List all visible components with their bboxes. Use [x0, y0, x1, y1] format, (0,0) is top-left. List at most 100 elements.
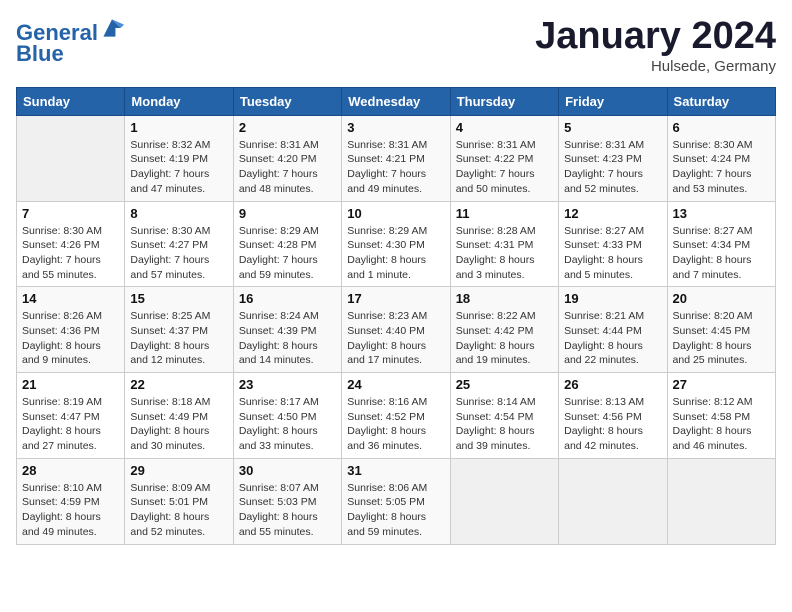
day-cell: 25 Sunrise: 8:14 AMSunset: 4:54 PMDayligh…: [450, 373, 558, 459]
day-info: Sunrise: 8:16 AMSunset: 4:52 PMDaylight:…: [347, 395, 444, 454]
page-header: General Blue January 2024 Hulsede, Germa…: [16, 16, 776, 75]
day-info: Sunrise: 8:06 AMSunset: 5:05 PMDaylight:…: [347, 481, 444, 540]
col-header-sunday: Sunday: [17, 87, 125, 115]
day-cell: 15 Sunrise: 8:25 AMSunset: 4:37 PMDayligh…: [125, 287, 233, 373]
day-cell: 13 Sunrise: 8:27 AMSunset: 4:34 PMDayligh…: [667, 201, 775, 287]
day-number: 31: [347, 463, 444, 478]
day-cell: [17, 115, 125, 201]
day-number: 15: [130, 291, 227, 306]
day-number: 26: [564, 377, 661, 392]
day-cell: 21 Sunrise: 8:19 AMSunset: 4:47 PMDayligh…: [17, 373, 125, 459]
col-header-thursday: Thursday: [450, 87, 558, 115]
week-row-4: 21 Sunrise: 8:19 AMSunset: 4:47 PMDayligh…: [17, 373, 776, 459]
day-cell: 6 Sunrise: 8:30 AMSunset: 4:24 PMDaylight…: [667, 115, 775, 201]
day-info: Sunrise: 8:22 AMSunset: 4:42 PMDaylight:…: [456, 309, 553, 368]
day-info: Sunrise: 8:32 AMSunset: 4:19 PMDaylight:…: [130, 138, 227, 197]
day-number: 6: [673, 120, 770, 135]
day-cell: [667, 458, 775, 544]
day-info: Sunrise: 8:14 AMSunset: 4:54 PMDaylight:…: [456, 395, 553, 454]
day-info: Sunrise: 8:27 AMSunset: 4:34 PMDaylight:…: [673, 224, 770, 283]
day-info: Sunrise: 8:30 AMSunset: 4:26 PMDaylight:…: [22, 224, 119, 283]
day-number: 19: [564, 291, 661, 306]
day-number: 11: [456, 206, 553, 221]
day-cell: 7Sunrise: 8:30 AMSunset: 4:26 PMDaylight…: [17, 201, 125, 287]
day-cell: 24 Sunrise: 8:16 AMSunset: 4:52 PMDayligh…: [342, 373, 450, 459]
day-info: Sunrise: 8:30 AMSunset: 4:27 PMDaylight:…: [130, 224, 227, 283]
week-row-2: 7Sunrise: 8:30 AMSunset: 4:26 PMDaylight…: [17, 201, 776, 287]
day-cell: 11 Sunrise: 8:28 AMSunset: 4:31 PMDayligh…: [450, 201, 558, 287]
day-cell: 17Sunrise: 8:23 AMSunset: 4:40 PMDayligh…: [342, 287, 450, 373]
day-number: 20: [673, 291, 770, 306]
week-row-3: 14Sunrise: 8:26 AMSunset: 4:36 PMDayligh…: [17, 287, 776, 373]
day-cell: 23 Sunrise: 8:17 AMSunset: 4:50 PMDayligh…: [233, 373, 341, 459]
day-number: 27: [673, 377, 770, 392]
day-info: Sunrise: 8:17 AMSunset: 4:50 PMDaylight:…: [239, 395, 336, 454]
day-info: Sunrise: 8:13 AMSunset: 4:56 PMDaylight:…: [564, 395, 661, 454]
day-cell: 12 Sunrise: 8:27 AMSunset: 4:33 PMDayligh…: [559, 201, 667, 287]
day-info: Sunrise: 8:31 AMSunset: 4:22 PMDaylight:…: [456, 138, 553, 197]
day-cell: [559, 458, 667, 544]
day-cell: 20Sunrise: 8:20 AMSunset: 4:45 PMDayligh…: [667, 287, 775, 373]
col-header-wednesday: Wednesday: [342, 87, 450, 115]
day-cell: 9 Sunrise: 8:29 AMSunset: 4:28 PMDaylight…: [233, 201, 341, 287]
day-number: 30: [239, 463, 336, 478]
day-cell: 19 Sunrise: 8:21 AMSunset: 4:44 PMDayligh…: [559, 287, 667, 373]
day-cell: 31 Sunrise: 8:06 AMSunset: 5:05 PMDayligh…: [342, 458, 450, 544]
day-info: Sunrise: 8:25 AMSunset: 4:37 PMDaylight:…: [130, 309, 227, 368]
day-cell: 27 Sunrise: 8:12 AMSunset: 4:58 PMDayligh…: [667, 373, 775, 459]
day-cell: 16 Sunrise: 8:24 AMSunset: 4:39 PMDayligh…: [233, 287, 341, 373]
day-info: Sunrise: 8:12 AMSunset: 4:58 PMDaylight:…: [673, 395, 770, 454]
location: Hulsede, Germany: [535, 58, 776, 75]
day-cell: 1Sunrise: 8:32 AMSunset: 4:19 PMDaylight…: [125, 115, 233, 201]
col-header-tuesday: Tuesday: [233, 87, 341, 115]
col-header-saturday: Saturday: [667, 87, 775, 115]
month-title: January 2024: [535, 16, 776, 58]
day-info: Sunrise: 8:27 AMSunset: 4:33 PMDaylight:…: [564, 224, 661, 283]
day-info: Sunrise: 8:28 AMSunset: 4:31 PMDaylight:…: [456, 224, 553, 283]
day-cell: 22Sunrise: 8:18 AMSunset: 4:49 PMDayligh…: [125, 373, 233, 459]
day-cell: 8 Sunrise: 8:30 AMSunset: 4:27 PMDaylight…: [125, 201, 233, 287]
day-cell: 3Sunrise: 8:31 AMSunset: 4:21 PMDaylight…: [342, 115, 450, 201]
day-number: 18: [456, 291, 553, 306]
day-number: 24: [347, 377, 444, 392]
day-number: 12: [564, 206, 661, 221]
day-number: 4: [456, 120, 553, 135]
day-number: 23: [239, 377, 336, 392]
day-cell: 2Sunrise: 8:31 AMSunset: 4:20 PMDaylight…: [233, 115, 341, 201]
day-info: Sunrise: 8:21 AMSunset: 4:44 PMDaylight:…: [564, 309, 661, 368]
day-number: 28: [22, 463, 119, 478]
day-number: 22: [130, 377, 227, 392]
day-number: 29: [130, 463, 227, 478]
day-number: 2: [239, 120, 336, 135]
day-info: Sunrise: 8:10 AMSunset: 4:59 PMDaylight:…: [22, 481, 119, 540]
day-cell: 29Sunrise: 8:09 AMSunset: 5:01 PMDayligh…: [125, 458, 233, 544]
day-info: Sunrise: 8:30 AMSunset: 4:24 PMDaylight:…: [673, 138, 770, 197]
week-row-1: 1Sunrise: 8:32 AMSunset: 4:19 PMDaylight…: [17, 115, 776, 201]
week-row-5: 28 Sunrise: 8:10 AMSunset: 4:59 PMDayligh…: [17, 458, 776, 544]
day-cell: 5 Sunrise: 8:31 AMSunset: 4:23 PMDaylight…: [559, 115, 667, 201]
day-info: Sunrise: 8:31 AMSunset: 4:21 PMDaylight:…: [347, 138, 444, 197]
day-number: 25: [456, 377, 553, 392]
col-header-friday: Friday: [559, 87, 667, 115]
day-info: Sunrise: 8:29 AMSunset: 4:30 PMDaylight:…: [347, 224, 444, 283]
day-number: 9: [239, 206, 336, 221]
day-number: 21: [22, 377, 119, 392]
day-number: 16: [239, 291, 336, 306]
day-number: 5: [564, 120, 661, 135]
logo-icon: [100, 16, 124, 40]
day-number: 8: [130, 206, 227, 221]
day-number: 10: [347, 206, 444, 221]
day-number: 17: [347, 291, 444, 306]
day-info: Sunrise: 8:24 AMSunset: 4:39 PMDaylight:…: [239, 309, 336, 368]
day-cell: 26 Sunrise: 8:13 AMSunset: 4:56 PMDayligh…: [559, 373, 667, 459]
day-info: Sunrise: 8:19 AMSunset: 4:47 PMDaylight:…: [22, 395, 119, 454]
day-cell: 28 Sunrise: 8:10 AMSunset: 4:59 PMDayligh…: [17, 458, 125, 544]
day-cell: 30 Sunrise: 8:07 AMSunset: 5:03 PMDayligh…: [233, 458, 341, 544]
day-cell: 14Sunrise: 8:26 AMSunset: 4:36 PMDayligh…: [17, 287, 125, 373]
title-block: January 2024 Hulsede, Germany: [535, 16, 776, 75]
day-number: 13: [673, 206, 770, 221]
day-info: Sunrise: 8:31 AMSunset: 4:23 PMDaylight:…: [564, 138, 661, 197]
day-info: Sunrise: 8:29 AMSunset: 4:28 PMDaylight:…: [239, 224, 336, 283]
calendar-header-row: SundayMondayTuesdayWednesdayThursdayFrid…: [17, 87, 776, 115]
day-info: Sunrise: 8:07 AMSunset: 5:03 PMDaylight:…: [239, 481, 336, 540]
